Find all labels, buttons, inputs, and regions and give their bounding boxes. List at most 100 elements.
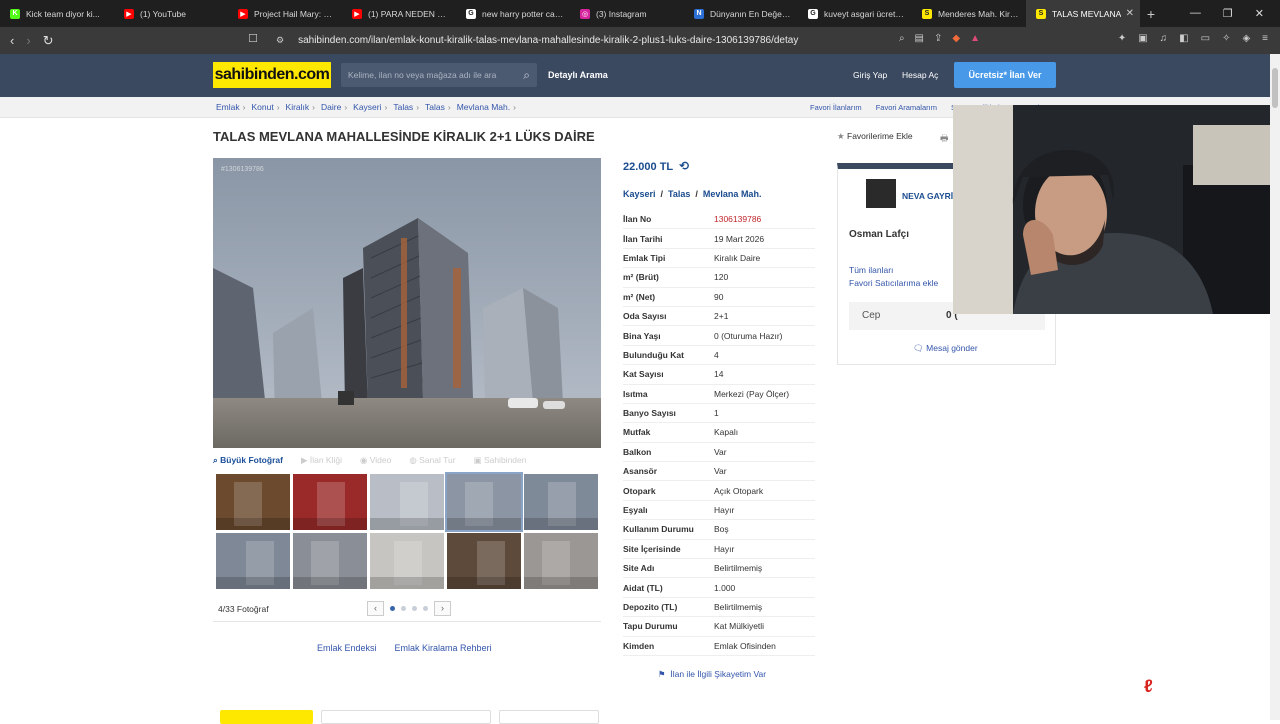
browser-tab[interactable]: ▶ Project Hail Mary: Bu F [228,0,342,27]
main-photo[interactable]: #1306139786 [213,158,601,448]
attribute-value: Kapalı [714,427,739,438]
gallery-tool[interactable]: ◍ Sanal Tur [409,455,455,466]
reader-icon[interactable]: ▤ [915,33,924,44]
brave-shield-icon[interactable]: ◆ [952,33,960,44]
forward-icon[interactable]: › [26,33,30,49]
rewards-icon[interactable]: ▲ [970,33,980,44]
attribute-value: Belirtilmemiş [714,563,763,574]
photo-thumbnail[interactable] [216,474,290,530]
browser-tab[interactable]: S TALAS MEVLANA ✕ [1026,0,1140,27]
browser-tab[interactable]: Gnew harry potter castin [456,0,570,27]
flag-icon: ⚑ [658,669,666,679]
menu-icon[interactable]: ≡ [1262,33,1268,44]
bottom-button[interactable] [321,710,491,724]
gallery-tool[interactable]: ▶ İlan Kliği [301,455,342,466]
restore-icon[interactable]: ❐ [1223,7,1233,20]
photo-thumbnail[interactable] [293,533,367,589]
photo-thumbnail[interactable] [524,474,598,530]
attribute-row: Otopark Açık Otopark [623,481,815,501]
browser-tab[interactable]: S Menderes Mah. Kiralık [912,0,1026,27]
browser-tab[interactable]: ▶ (1) YouTube [114,0,228,27]
photo-thumbnail[interactable] [524,533,598,589]
kiralama-rehberi-link[interactable]: Emlak Kiralama Rehberi [395,643,492,653]
price-history-icon[interactable]: ⟲ [679,159,689,173]
photo-thumbnail[interactable] [370,533,444,589]
scrollbar[interactable] [1270,54,1280,720]
url-field[interactable]: ⚙ sahibinden.com/ilan/emlak-konut-kirali… [248,30,988,51]
wallet-icon[interactable]: ▭ [1201,33,1210,44]
search-icon[interactable]: ⌕ [516,68,530,83]
location-district[interactable]: Talas [668,189,690,199]
page-dot[interactable] [401,606,406,611]
register-link[interactable]: Hesap Aç [902,70,938,80]
extensions-icon[interactable]: ✦ [1118,33,1126,44]
seller-name[interactable]: NEVA GAYRİ [902,191,953,201]
photo-thumbnail[interactable] [293,474,367,530]
page-dot[interactable] [412,606,417,611]
close-window-icon[interactable]: ✕ [1255,7,1264,20]
gallery-tool[interactable]: ▣ Sahibinden [474,455,527,466]
browser-tab[interactable]: ▶ (1) PARA NEDEN VAR? [342,0,456,27]
breadcrumb-item[interactable]: Talas [425,102,445,112]
breadcrumb-item[interactable]: Daire [321,102,341,112]
reload-icon[interactable]: ↻ [43,33,54,49]
breadcrumb-item[interactable]: Kayseri [353,102,381,112]
vpn-icon[interactable]: ◈ [1242,33,1250,44]
back-icon[interactable]: ‹ [10,33,14,49]
send-message-link[interactable]: 🗨 Mesaj gönder [913,343,978,354]
location-city[interactable]: Kayseri [623,189,656,199]
gallery-tool[interactable]: ⌕ Büyük Fotoğraf [213,455,283,466]
breadcrumb-item[interactable]: Konut [251,102,273,112]
login-link[interactable]: Giriş Yap [853,70,887,80]
next-page-button[interactable]: › [434,601,451,616]
close-tab-icon[interactable]: ✕ [1122,8,1134,19]
photo-thumbnail[interactable] [445,472,523,532]
detailed-search-link[interactable]: Detaylı Arama [548,70,608,80]
sidebar-icon[interactable]: ▣ [1138,33,1147,44]
chevron-right-icon: › [344,102,348,112]
music-icon[interactable]: ♫ [1160,33,1168,44]
gallery-tool[interactable]: ◉ Video [360,455,391,466]
print-icon[interactable]: 🖶 [940,131,949,147]
seller-logo[interactable] [866,179,896,208]
new-tab-button[interactable]: + [1140,6,1162,22]
breadcrumb-item[interactable]: Kiralık [286,102,310,112]
breadcrumb-item[interactable]: Talas [393,102,413,112]
browser-tab[interactable]: ◎ (3) Instagram [570,0,684,27]
url-text[interactable]: sahibinden.com/ilan/emlak-konut-kiralik-… [298,35,798,46]
favorite-seller-link[interactable]: Favori Satıcılarıma ekle [849,277,938,290]
scrollbar-thumb[interactable] [1272,68,1278,108]
page-dot[interactable] [390,606,395,611]
site-logo[interactable]: sahibinden.com [213,62,331,88]
browser-tab[interactable]: K Kick team diyor ki... [0,0,114,27]
browser-tab[interactable]: N Dünyanın En Değerli P [684,0,798,27]
site-info-icon[interactable]: ⚙ [276,35,284,46]
split-view-icon[interactable]: ◧ [1179,33,1188,44]
share-icon[interactable]: ⇪ [934,33,942,44]
add-favorite-link[interactable]: ★ Favorilerime Ekle [837,131,913,142]
breadcrumb-item[interactable]: Mevlana Mah. [457,102,510,112]
minimize-icon[interactable]: — [1190,7,1201,20]
emlak-endeksi-link[interactable]: Emlak Endeksi [317,643,377,653]
photo-thumbnail[interactable] [370,474,444,530]
attribute-row: Mutfak Kapalı [623,423,815,443]
photo-thumbnail[interactable] [216,533,290,589]
leo-icon[interactable]: ✧ [1222,33,1230,44]
bottom-yellow-button[interactable] [220,710,313,724]
google-icon: G [808,8,818,19]
breadcrumb-item[interactable]: Emlak [216,102,240,112]
location-neighborhood[interactable]: Mevlana Mah. [703,189,762,199]
browser-tab[interactable]: Gkuveyt asgari ücret 20 [798,0,912,27]
chevron-right-icon: › [312,102,315,112]
page-dot[interactable] [423,606,428,611]
complaint-link[interactable]: ⚑ İlan ile İlgili Şikayetim Var [658,669,766,680]
search-input[interactable]: Kelime, ilan no veya mağaza adı ile ara … [341,63,537,87]
photo-thumbnail[interactable] [447,533,521,589]
favorite-link[interactable]: Favori Aramalarım [876,103,937,112]
favorite-link[interactable]: Favori İlanlarım [810,103,862,112]
prev-page-button[interactable]: ‹ [367,601,384,616]
bottom-button[interactable] [499,710,599,724]
all-ads-link[interactable]: Tüm ilanları [849,264,938,277]
post-ad-button[interactable]: Ücretsiz* İlan Ver [954,62,1056,88]
zoom-icon[interactable]: ⌕ [899,33,905,44]
